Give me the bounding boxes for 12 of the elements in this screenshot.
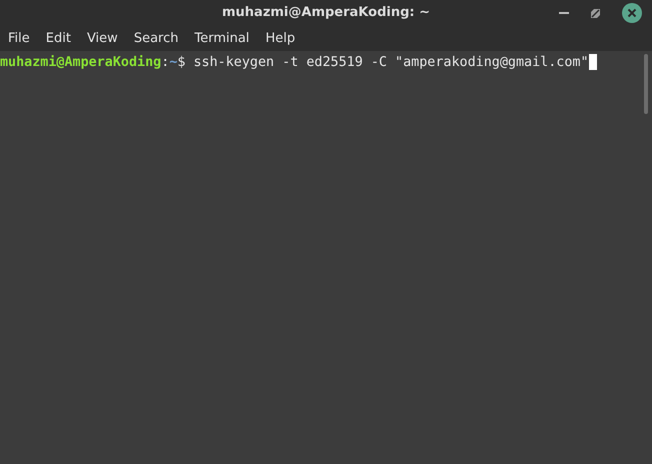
menu-item[interactable]: View — [86, 30, 126, 46]
terminal-line: muhazmi@AmperaKoding:~$ ssh-keygen -t ed25519 -C "amperakoding@gmail.com" — [0, 53, 644, 71]
menu-item[interactable]: File — [8, 30, 38, 46]
maximize-icon[interactable] — [591, 8, 600, 18]
menu-item[interactable]: Terminal — [194, 30, 258, 46]
menu-item[interactable]: Edit — [46, 30, 79, 46]
menu-item[interactable]: Help — [265, 30, 304, 46]
window-title: muhazmi@AmperaKoding: ~ — [222, 5, 430, 20]
minimize-icon[interactable] — [559, 12, 569, 14]
scrollbar[interactable] — [644, 54, 648, 114]
close-icon[interactable] — [622, 3, 642, 23]
menu-item[interactable]: Search — [134, 30, 186, 46]
